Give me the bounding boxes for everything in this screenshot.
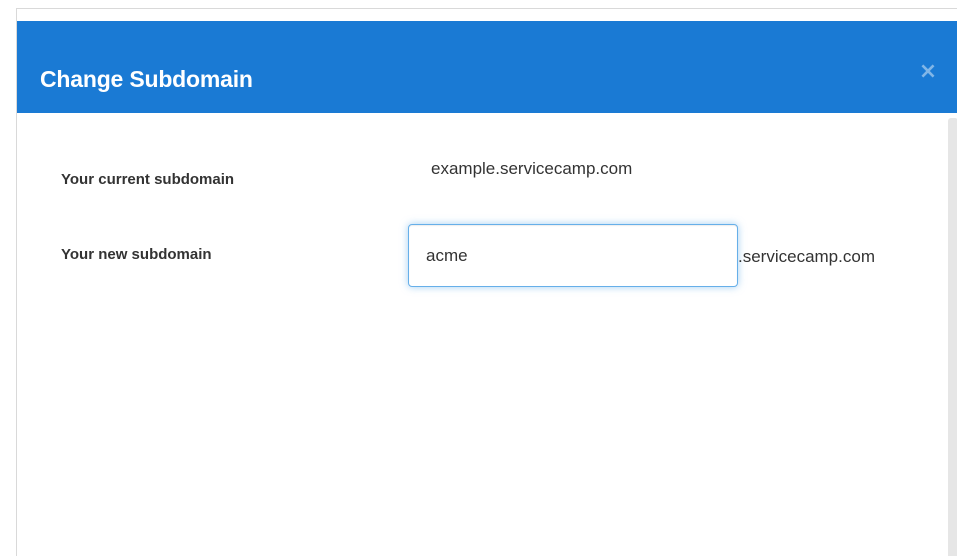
close-icon[interactable]: × (917, 61, 939, 83)
change-subdomain-modal: Change Subdomain × Your current subdomai… (16, 8, 957, 556)
modal-title: Change Subdomain (40, 66, 253, 92)
modal-body: Your current subdomain example.serviceca… (17, 113, 957, 556)
new-subdomain-label: Your new subdomain (61, 246, 212, 263)
current-subdomain-label: Your current subdomain (61, 171, 235, 188)
current-subdomain-value: example.servicecamp.com (431, 159, 633, 178)
scrollbar-thumb[interactable] (948, 118, 957, 556)
subdomain-suffix: .servicecamp.com (738, 247, 875, 266)
page: Change Subdomain × Your current subdomai… (0, 0, 957, 556)
modal-header: Change Subdomain × (17, 21, 957, 113)
new-subdomain-input[interactable] (408, 224, 738, 287)
